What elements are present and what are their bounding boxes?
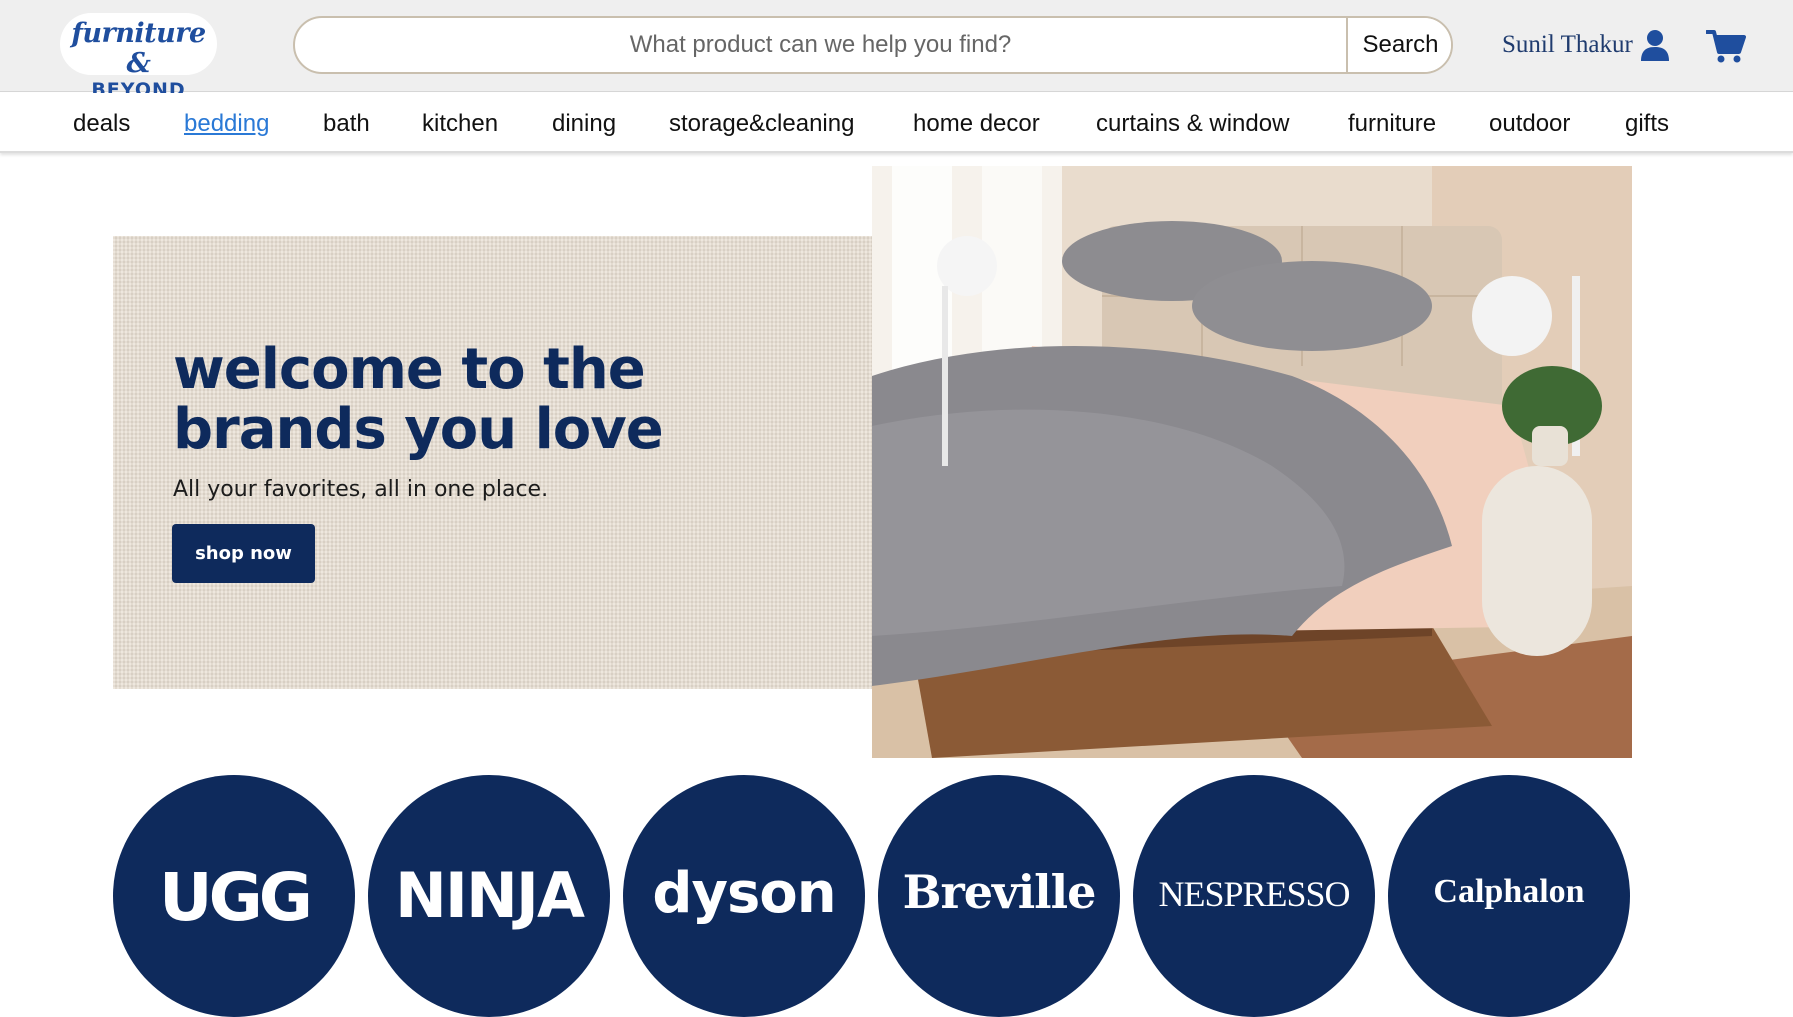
- brand-dyson-logo: dyson: [652, 861, 836, 926]
- nav-item-storage-cleaning[interactable]: storage&cleaning: [669, 110, 854, 138]
- nav-item-home-decor[interactable]: home decor: [913, 110, 1040, 138]
- category-nav: deals bedding bath kitchen dining storag…: [0, 93, 1793, 153]
- nav-item-gifts[interactable]: gifts: [1625, 110, 1669, 138]
- brand-calphalon-logo: Calphalon: [1433, 873, 1585, 910]
- brand-breville[interactable]: Breville: [878, 775, 1120, 1017]
- brand-ninja-logo: NINJA: [395, 859, 585, 932]
- logo-script-text: furniture &: [71, 18, 206, 79]
- hero-bedroom-image: [872, 166, 1632, 758]
- brand-dyson[interactable]: dyson: [623, 775, 865, 1017]
- search-button[interactable]: Search: [1346, 18, 1451, 72]
- nav-item-outdoor[interactable]: outdoor: [1489, 110, 1570, 138]
- search-input[interactable]: [295, 18, 1346, 72]
- nav-item-deals[interactable]: deals: [73, 110, 130, 138]
- hero-banner: welcome to the brands you love All your …: [113, 236, 873, 689]
- cart-icon[interactable]: [1706, 28, 1746, 64]
- user-account[interactable]: Sunil Thakur: [1502, 27, 1671, 63]
- nav-item-dining[interactable]: dining: [552, 110, 616, 138]
- hero-subtitle: All your favorites, all in one place.: [173, 477, 549, 502]
- brand-ninja[interactable]: NINJA: [368, 775, 610, 1017]
- search-bar: Search: [293, 16, 1453, 74]
- nav-item-kitchen[interactable]: kitchen: [422, 110, 498, 138]
- hero-title-line-1: welcome to the: [173, 337, 646, 402]
- brand-nespresso-logo: NESPRESSO: [1158, 874, 1350, 914]
- shop-now-button[interactable]: shop now: [172, 524, 315, 583]
- nav-item-furniture[interactable]: furniture: [1348, 110, 1436, 138]
- nav-item-bedding[interactable]: bedding: [184, 110, 269, 138]
- hero-title: welcome to the brands you love: [173, 337, 664, 462]
- hero-title-line-2: brands you love: [173, 397, 664, 462]
- brand-circles: UGG NINJA dyson Breville NESPRESSO Calph…: [113, 775, 1633, 1017]
- site-header: furniture & BEYOND Search Sunil Thakur: [0, 0, 1793, 101]
- nav-item-bath[interactable]: bath: [323, 110, 370, 138]
- brand-ugg-logo: UGG: [159, 859, 313, 936]
- user-icon: [1640, 30, 1669, 61]
- brand-nespresso[interactable]: NESPRESSO: [1133, 775, 1375, 1017]
- site-logo[interactable]: furniture & BEYOND: [60, 13, 217, 101]
- brand-ugg[interactable]: UGG: [113, 775, 355, 1017]
- nav-item-curtains-window[interactable]: curtains & window: [1096, 110, 1289, 138]
- brand-breville-logo: Breville: [902, 865, 1097, 919]
- user-name: Sunil Thakur: [1502, 31, 1633, 58]
- brand-calphalon[interactable]: Calphalon: [1388, 775, 1630, 1017]
